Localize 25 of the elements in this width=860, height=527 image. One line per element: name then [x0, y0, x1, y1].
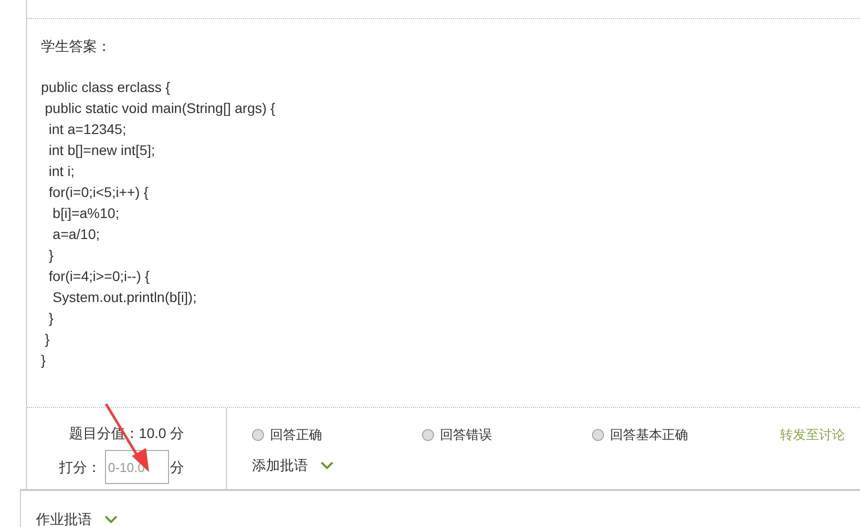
- score-value: 10.0 分: [138, 424, 184, 443]
- radio-option[interactable]: 回答基本正确: [592, 425, 762, 444]
- code-line: public class erclass {: [41, 78, 170, 97]
- code-line: int i;: [48, 162, 74, 181]
- radio-option[interactable]: 回答错误: [422, 425, 592, 444]
- code-line: b[i]=a%10;: [52, 204, 120, 223]
- code-line: int a=12345;: [48, 120, 126, 139]
- mark-label: 打分：: [59, 458, 101, 476]
- code-line: int b[]=new int[5];: [48, 141, 156, 160]
- code-line: }: [44, 330, 50, 349]
- code-line: public static void main(String[] args) {: [44, 99, 276, 118]
- chevron-down-icon: [104, 515, 118, 524]
- homework-comment-button[interactable]: 作业批语: [36, 509, 118, 527]
- radio-option[interactable]: 回答正确: [252, 425, 422, 444]
- code-line: a=a/10;: [52, 225, 100, 244]
- chevron-down-icon: [320, 460, 334, 470]
- code-line: }: [41, 351, 46, 370]
- code-line: System.out.println(b[i]);: [52, 288, 197, 307]
- code-line: for(i=4;i>=0;i--) {: [48, 267, 150, 286]
- code-line: }: [48, 246, 54, 265]
- code-line: }: [48, 309, 54, 328]
- add-comment-button[interactable]: 添加批语: [252, 454, 334, 476]
- mark-unit: 分: [170, 458, 184, 476]
- code-line: for(i=0;i<5;i++) {: [48, 183, 148, 202]
- answer-label: 学生答案：: [41, 37, 112, 56]
